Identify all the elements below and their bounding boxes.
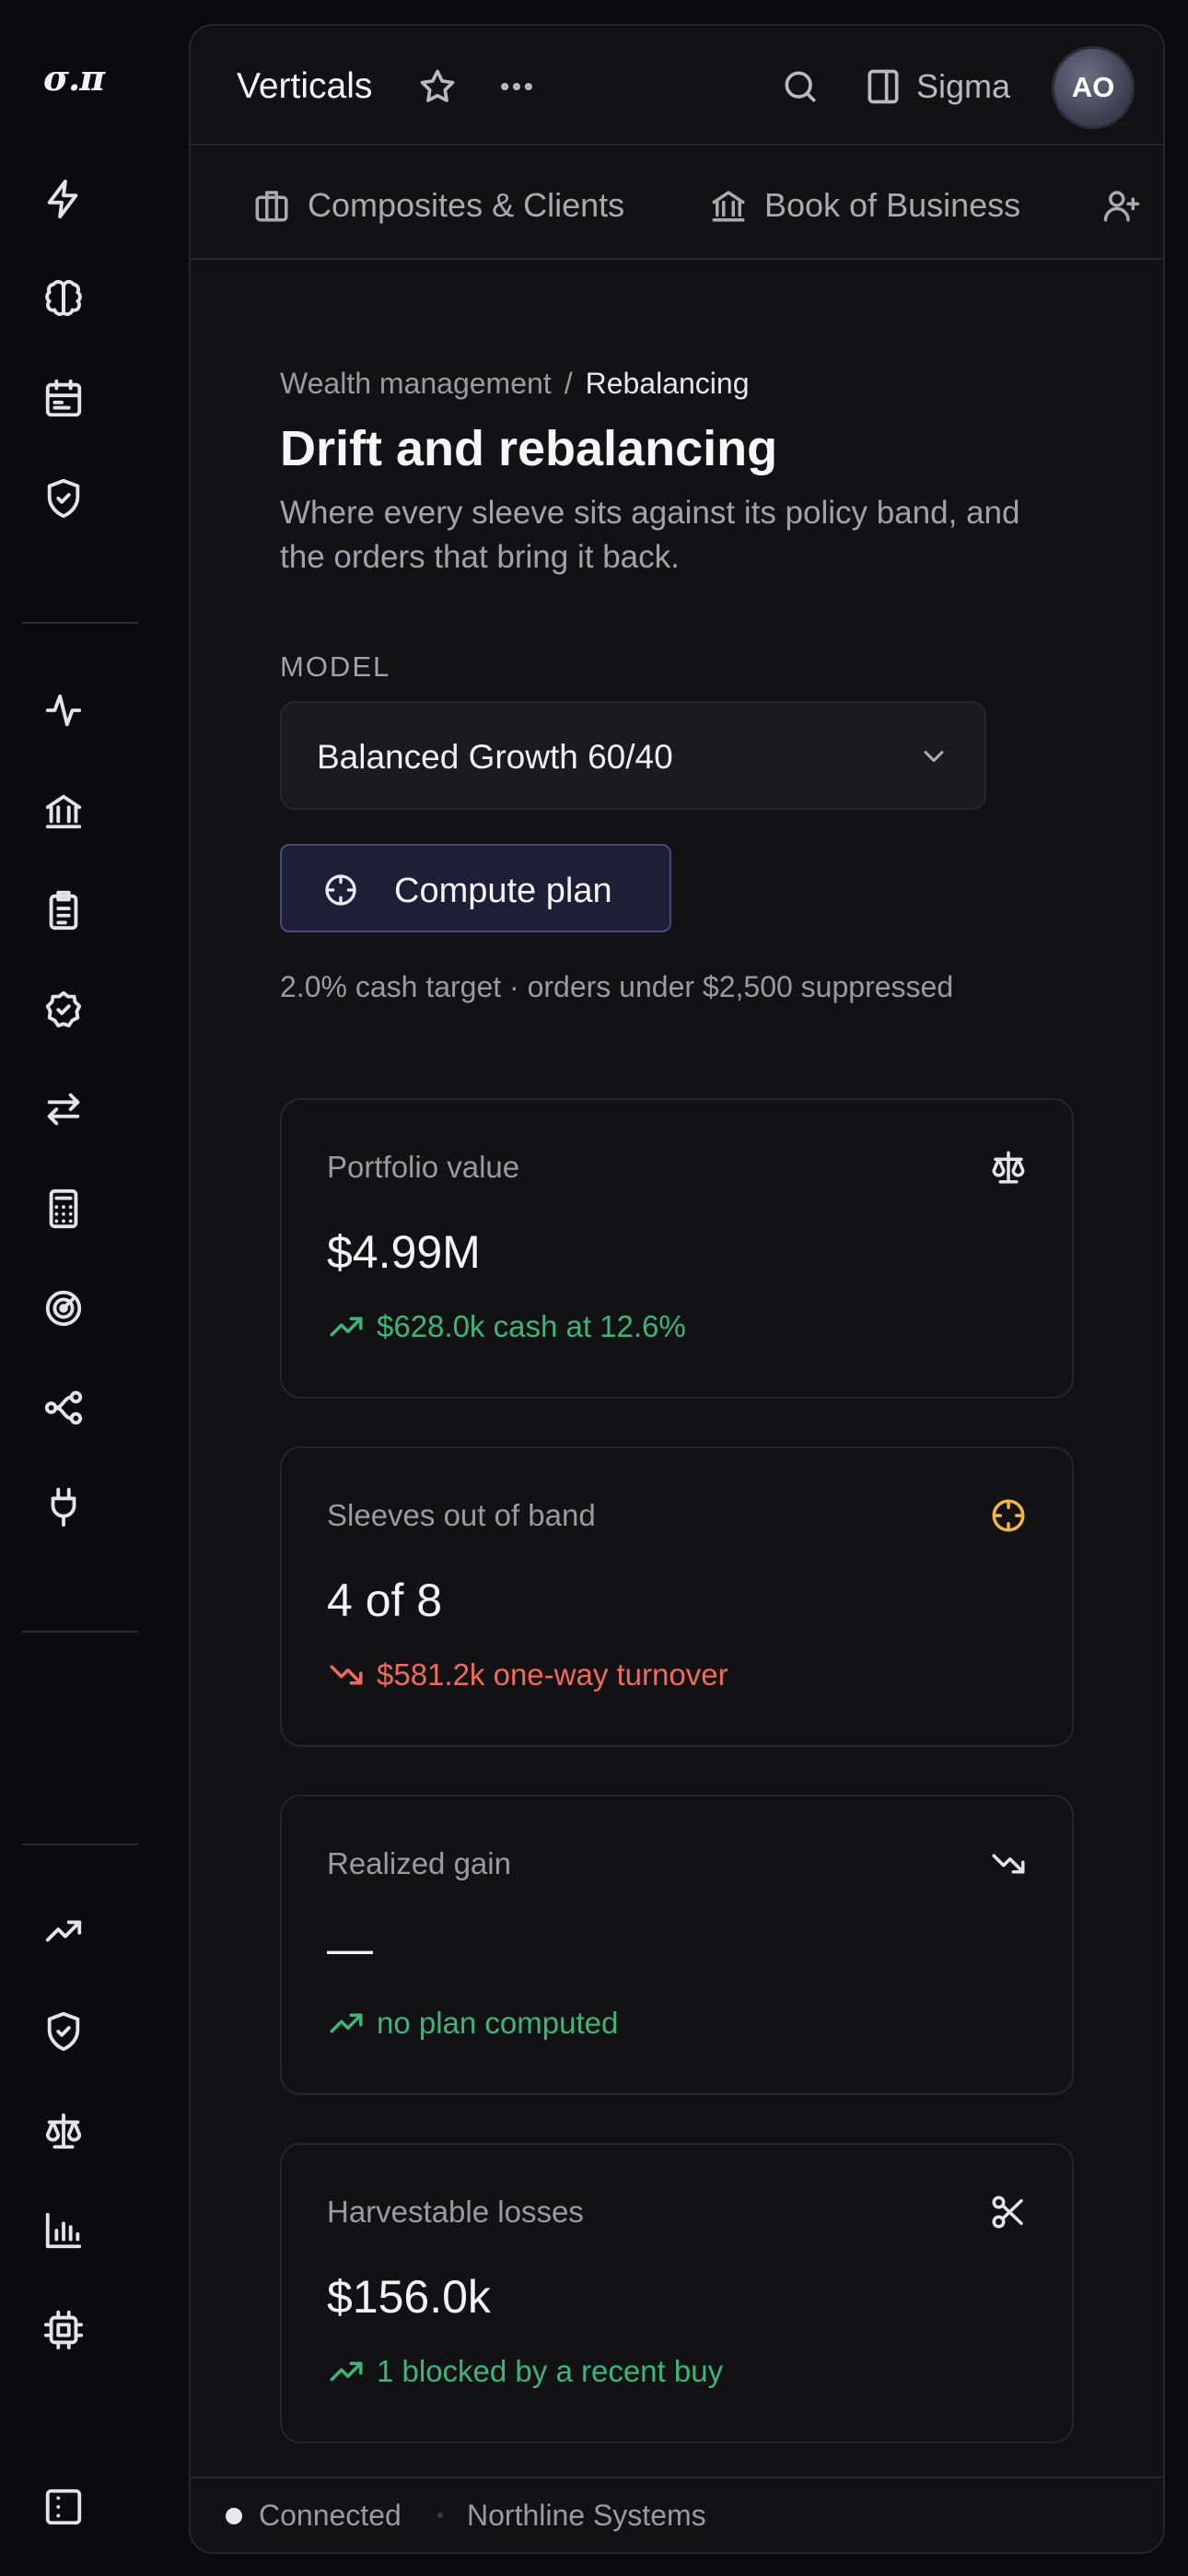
metric-card-harvestable-losses: Harvestable losses $156.0k 1 blocked by … <box>280 2143 1074 2443</box>
metric-trend: 1 blocked by a recent buy <box>327 2353 723 2390</box>
radar-icon[interactable] <box>42 1287 85 1329</box>
arrows-left-right-icon[interactable] <box>42 1088 85 1130</box>
search-icon[interactable] <box>780 66 821 107</box>
bank-icon <box>709 186 748 225</box>
metric-trend: $581.2k one-way turnover <box>327 1657 728 1693</box>
calendar-icon[interactable] <box>42 378 85 420</box>
scale-icon <box>989 1148 1028 1187</box>
avatar[interactable]: AO <box>1052 46 1135 129</box>
tab-composites-clients[interactable]: Composites & Clients <box>252 186 624 225</box>
chevron-down-icon <box>917 740 950 773</box>
organization-name: Northline Systems <box>467 2499 706 2532</box>
app-logo[interactable]: σ.π <box>43 57 117 99</box>
star-icon[interactable] <box>417 66 458 107</box>
badge-check-icon[interactable] <box>42 989 85 1031</box>
plan-settings-note: 2.0% cash target · orders under $2,500 s… <box>280 970 954 1003</box>
metric-value: $156.0k <box>327 2271 491 2323</box>
connection-status-dot <box>226 2508 242 2524</box>
bank-icon[interactable] <box>42 790 85 832</box>
rail-divider <box>22 622 138 624</box>
page-subtitle: Where every sleeve sits against its poli… <box>280 495 1020 575</box>
shield-check-icon[interactable] <box>42 477 85 520</box>
model-select[interactable]: Balanced Growth 60/40 <box>280 701 986 810</box>
workflow-icon[interactable] <box>42 1387 85 1429</box>
metric-value: — <box>327 1923 373 1974</box>
calculator-icon[interactable] <box>42 1188 85 1230</box>
tab-label: Composites & Clients <box>308 186 625 224</box>
metric-trend: no plan computed <box>327 2005 618 2042</box>
metric-trend-text: no plan computed <box>377 2006 619 2040</box>
compute-plan-button[interactable]: Compute plan <box>280 844 671 932</box>
metric-trend-text: $581.2k one-way turnover <box>377 1657 728 1692</box>
trending-up-icon <box>327 1307 366 1346</box>
trending-down-icon <box>989 1844 1028 1883</box>
panel-toggle-icon[interactable] <box>863 66 903 107</box>
metric-label: Realized gain <box>327 1846 511 1880</box>
shield-check-icon[interactable] <box>42 2010 85 2053</box>
breadcrumb-current: Rebalancing <box>585 367 750 400</box>
status-bar: Connected Northline Systems <box>191 2476 1163 2552</box>
model-select-value: Balanced Growth 60/40 <box>317 738 673 776</box>
model-label: MODEL <box>280 650 391 683</box>
add-user-icon[interactable] <box>1102 186 1141 225</box>
metric-value: 4 of 8 <box>327 1575 443 1626</box>
main-panel: Verticals Sigma AO Composites & Clients … <box>189 24 1165 2554</box>
activity-icon[interactable] <box>42 689 85 732</box>
brain-icon[interactable] <box>42 278 85 321</box>
connection-status: Connected <box>259 2499 402 2532</box>
metric-trend-text: $628.0k cash at 12.6% <box>377 1309 686 1343</box>
scale-icon[interactable] <box>42 2110 85 2152</box>
metric-label: Sleeves out of band <box>327 1498 596 1532</box>
page-section-title: Verticals <box>237 66 373 106</box>
trending-up-icon <box>327 2352 366 2391</box>
tab-bar: Composites & Clients Book of Business <box>191 147 1163 260</box>
top-bar: Verticals Sigma AO <box>191 26 1163 146</box>
breadcrumb-separator: / <box>564 367 573 400</box>
rail-divider <box>22 1631 138 1633</box>
breadcrumb: Wealth management / Rebalancing <box>280 367 749 401</box>
page-title: Drift and rebalancing <box>280 421 778 476</box>
metric-trend: $628.0k cash at 12.6% <box>327 1308 686 1345</box>
metric-label: Harvestable losses <box>327 2195 584 2229</box>
metric-card-sleeves-out-of-band: Sleeves out of band 4 of 8 $581.2k one-w… <box>280 1446 1074 1747</box>
trending-down-icon <box>327 1656 366 1694</box>
compute-plan-label: Compute plan <box>394 872 612 910</box>
metric-trend-text: 1 blocked by a recent buy <box>377 2354 724 2388</box>
crosshair-icon <box>322 872 359 908</box>
bolt-icon[interactable] <box>42 178 85 220</box>
rail-divider <box>22 1844 138 1845</box>
cpu-icon[interactable] <box>42 2309 85 2351</box>
bar-chart-icon[interactable] <box>42 2209 85 2252</box>
metric-card-realized-gain: Realized gain — no plan computed <box>280 1795 1074 2095</box>
scissors-icon <box>989 2193 1028 2231</box>
sidebar-toggle-icon[interactable] <box>42 2486 85 2528</box>
trending-up-icon[interactable] <box>42 1910 85 1952</box>
tab-label: Book of Business <box>764 186 1021 224</box>
plug-icon[interactable] <box>42 1486 85 1528</box>
trending-up-icon <box>327 2004 366 2043</box>
status-separator <box>437 2512 443 2518</box>
breadcrumb-parent[interactable]: Wealth management <box>280 367 552 400</box>
workspace-label[interactable]: Sigma <box>916 67 1010 106</box>
clipboard-list-icon[interactable] <box>42 889 85 931</box>
more-options-icon[interactable] <box>496 66 537 107</box>
left-rail: σ.π <box>0 0 189 2576</box>
tab-book-of-business[interactable]: Book of Business <box>709 186 1020 225</box>
crosshair-icon <box>989 1496 1028 1535</box>
metric-value: $4.99M <box>327 1226 481 1278</box>
briefcase-icon <box>252 186 291 225</box>
metric-card-portfolio-value: Portfolio value $4.99M $628.0k cash at 1… <box>280 1098 1074 1399</box>
metric-label: Portfolio value <box>327 1150 520 1184</box>
